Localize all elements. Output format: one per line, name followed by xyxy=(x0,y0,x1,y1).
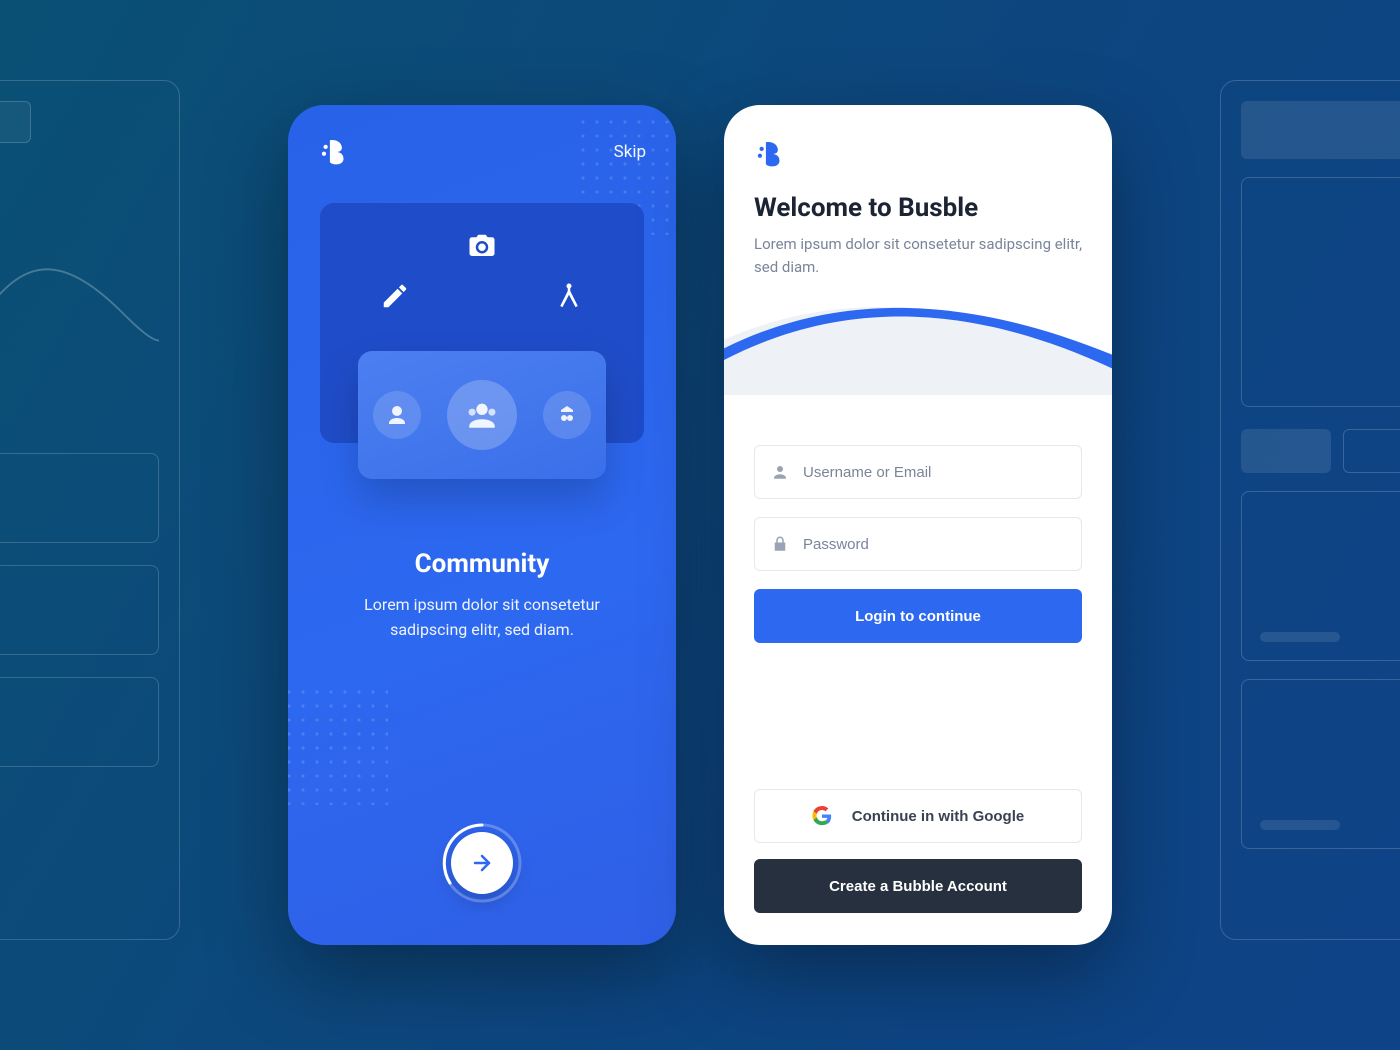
compass-icon xyxy=(554,281,584,311)
google-icon xyxy=(812,806,832,826)
login-description: Lorem ipsum dolor sit consetetur sadipsc… xyxy=(754,233,1082,278)
login-header: Welcome to Busble Lorem ipsum dolor sit … xyxy=(724,105,1112,395)
onboarding-screen: Skip Community Lorem ipsum xyxy=(288,105,676,945)
swoosh-decoration xyxy=(724,279,1112,395)
onboarding-description: Lorem ipsum dolor sit consetetur sadipsc… xyxy=(310,593,654,643)
illustration-front-card xyxy=(358,351,606,479)
wireframe-bar xyxy=(1241,101,1400,159)
login-screen: Welcome to Busble Lorem ipsum dolor sit … xyxy=(724,105,1112,945)
wireframe-list-item xyxy=(0,677,159,767)
wireframe-left xyxy=(0,80,180,940)
password-field[interactable] xyxy=(754,517,1082,571)
google-login-button[interactable]: Continue in with Google xyxy=(754,789,1082,843)
group-icon xyxy=(447,380,517,450)
pencil-icon xyxy=(380,281,410,311)
login-button[interactable]: Login to continue xyxy=(754,589,1082,643)
login-form: Login to continue xyxy=(724,395,1112,673)
wireframe-chart xyxy=(0,213,159,393)
wireframe-box xyxy=(1241,177,1400,407)
username-field[interactable] xyxy=(754,445,1082,499)
username-input[interactable] xyxy=(803,464,1065,481)
progress-arc xyxy=(440,821,524,905)
onboarding-title: Community xyxy=(310,549,654,579)
camera-icon xyxy=(467,231,497,261)
onboarding-illustration xyxy=(320,203,644,523)
skip-button[interactable]: Skip xyxy=(614,142,646,162)
wireframe-tabs xyxy=(1241,429,1400,473)
create-account-button[interactable]: Create a Bubble Account xyxy=(754,859,1082,913)
google-button-label: Continue in with Google xyxy=(852,808,1024,825)
decoration-dots xyxy=(288,685,388,805)
spy-icon xyxy=(543,391,591,439)
wireframe-right xyxy=(1220,80,1400,940)
wireframe-tab xyxy=(0,101,31,143)
login-title: Welcome to Busble xyxy=(754,193,1082,223)
wireframe-card xyxy=(1241,679,1400,849)
brand-logo-icon xyxy=(318,135,352,169)
wireframe-list xyxy=(0,453,159,767)
brand-logo-icon xyxy=(754,137,788,171)
wireframe-list-item xyxy=(0,565,159,655)
wireframe-list-item xyxy=(0,453,159,543)
wireframe-card xyxy=(1241,491,1400,661)
astronaut-icon xyxy=(373,391,421,439)
onboarding-footer xyxy=(310,821,654,913)
password-input[interactable] xyxy=(803,536,1065,553)
lock-icon xyxy=(771,535,789,553)
login-footer: Continue in with Google Create a Bubble … xyxy=(724,789,1112,945)
user-icon xyxy=(771,463,789,481)
